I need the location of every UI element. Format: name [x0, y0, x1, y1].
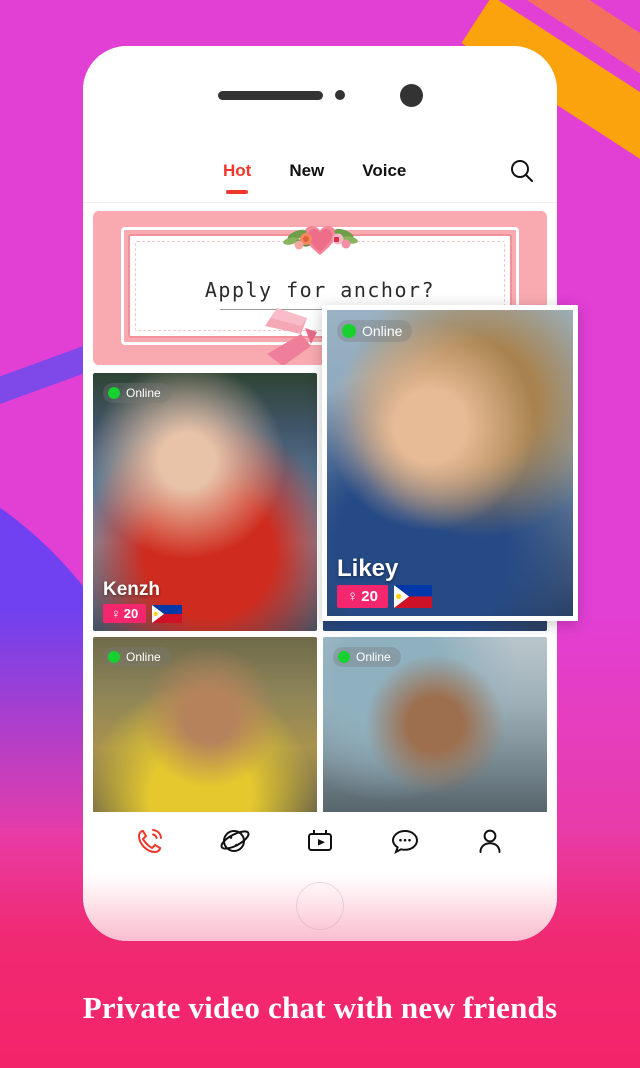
status-badge: Online [337, 320, 413, 342]
tab-voice[interactable]: Voice [362, 161, 406, 185]
philippines-flag-icon [152, 604, 183, 623]
anchor-meta: Kenzh ♀ 20 [103, 579, 183, 623]
nav-item-messages[interactable] [389, 825, 421, 862]
status-text: Online [356, 650, 391, 664]
phone-earpiece-area [83, 46, 557, 144]
age-badge: ♀ 20 [103, 604, 147, 623]
promo-screenshot: Hot New Voice Apply for anchor? Online K… [0, 0, 640, 1068]
status-text: Online [362, 323, 403, 339]
status-badge: Online [103, 647, 171, 667]
promo-caption: Private video chat with new friends [82, 990, 558, 1025]
video-tv-icon [304, 825, 336, 862]
nav-item-discover[interactable] [219, 825, 251, 862]
online-dot [342, 324, 356, 338]
sensor-dot [334, 90, 345, 100]
philippines-flag-icon [393, 585, 432, 608]
status-badge: Online [333, 647, 401, 667]
anchor-card-yellow[interactable]: Online [93, 637, 317, 827]
planet-discover-icon [219, 825, 251, 862]
nav-item-call[interactable] [134, 825, 166, 862]
bottom-navigation [83, 812, 557, 874]
featured-meta: Likey ♀ 20 [337, 556, 432, 608]
home-button[interactable] [296, 881, 344, 930]
age-badge: ♀ 20 [337, 585, 388, 608]
call-icon [134, 825, 166, 862]
chat-bubble-icon [389, 825, 421, 862]
banner-title: Apply for anchor? [204, 278, 436, 302]
anchor-meta-row: ♀ 20 [103, 604, 183, 623]
status-text: Online [126, 386, 161, 400]
age-value: 20 [361, 588, 378, 605]
tab-new[interactable]: New [289, 161, 324, 185]
age-value: 20 [123, 606, 139, 621]
front-camera [399, 83, 423, 107]
tab-hot[interactable]: Hot [223, 161, 251, 185]
gender-icon: ♀ [347, 588, 359, 605]
featured-meta-row: ♀ 20 [337, 585, 432, 608]
anchor-card-kenzh[interactable]: Online Kenzh ♀ 20 [93, 373, 317, 631]
speaker-bar [217, 90, 323, 100]
heart-floral-icon [268, 219, 372, 264]
status-text: Online [126, 650, 161, 664]
online-dot [108, 387, 120, 399]
search-icon[interactable] [509, 158, 535, 189]
nav-item-live[interactable] [304, 825, 336, 862]
anchor-name: Kenzh [103, 579, 160, 601]
phone-bottom-bezel [83, 874, 557, 941]
online-dot [338, 651, 350, 663]
nav-item-profile[interactable] [474, 825, 506, 862]
featured-anchor-card-likey[interactable]: Online Likey ♀ 20 [322, 305, 578, 621]
gender-icon: ♀ [111, 606, 121, 621]
online-dot [108, 651, 120, 663]
featured-card-inner: Online Likey ♀ 20 [327, 310, 573, 616]
tab-bar: Hot New Voice [83, 144, 557, 202]
status-badge: Online [103, 383, 171, 403]
anchor-card-glasses[interactable]: Online [323, 637, 547, 827]
featured-anchor-name: Likey [337, 554, 399, 582]
person-profile-icon [474, 825, 506, 862]
